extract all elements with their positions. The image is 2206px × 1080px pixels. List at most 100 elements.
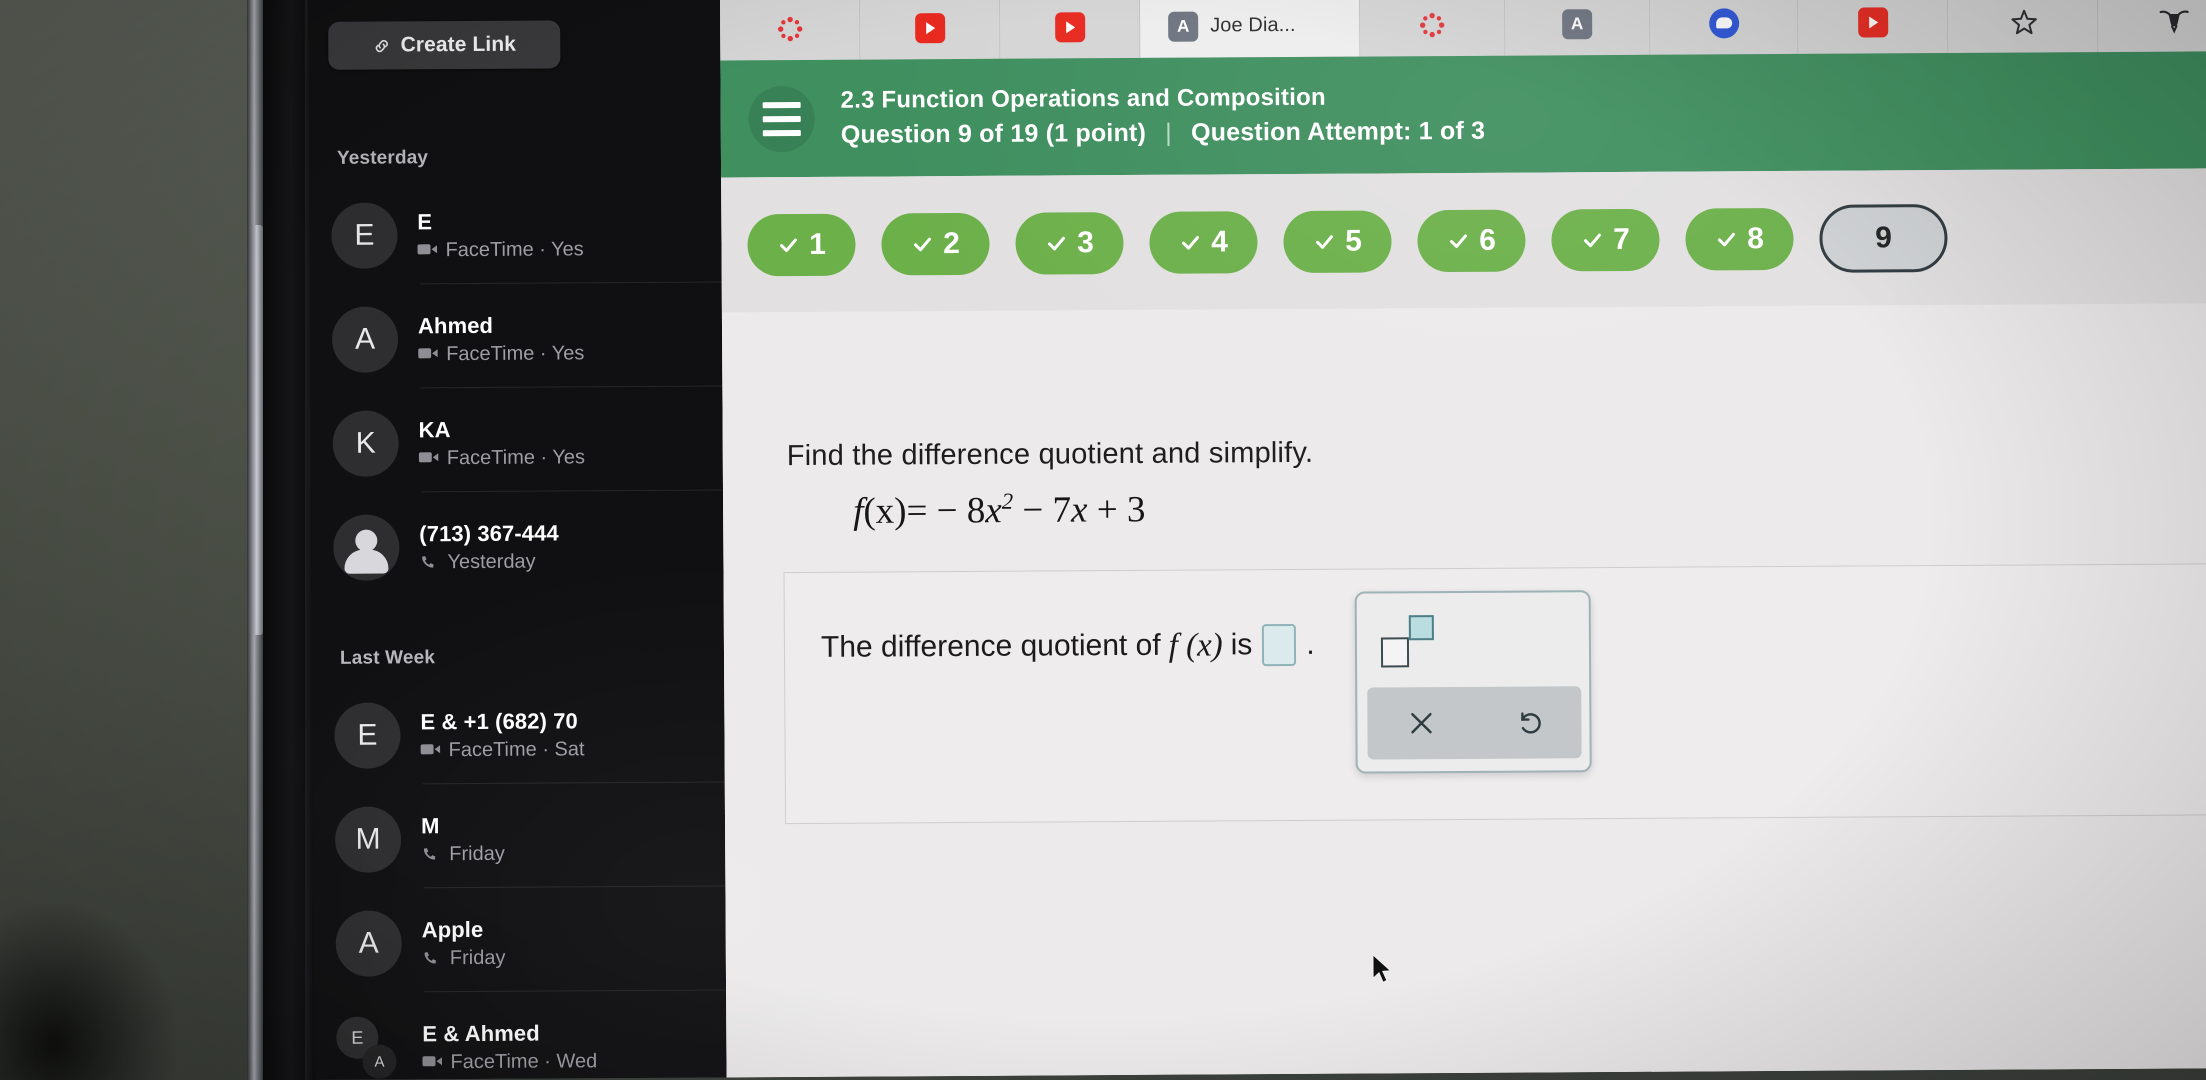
link-icon xyxy=(372,36,391,55)
browser-tab-canvas[interactable] xyxy=(719,0,861,61)
contact-name: (713) 367-444 xyxy=(419,519,559,546)
call-detail: Friday xyxy=(422,946,506,970)
call-detail-text: Friday xyxy=(449,842,505,865)
question-nav: 1 2 3 4 5 6 7 8 9 xyxy=(721,168,2206,313)
contact-name: E & Ahmed xyxy=(422,1020,540,1046)
facetime-sidebar: Create Link Yesterday E E FaceTime · Yes xyxy=(308,0,727,1080)
answer-card: The difference quotient of f (x) is . xyxy=(783,563,2206,825)
phone-icon xyxy=(419,554,439,570)
laptop-hinge xyxy=(249,225,263,635)
undo-button[interactable] xyxy=(1474,686,1581,759)
call-meta: Apple Friday xyxy=(422,916,506,970)
question-pill-1[interactable]: 1 xyxy=(747,213,856,276)
answer-fx: f (x) xyxy=(1168,626,1223,664)
question-pill-6[interactable]: 6 xyxy=(1417,209,1526,272)
contact-name: KA xyxy=(418,416,451,442)
contact-name: M xyxy=(420,812,440,838)
browser-tab-bookmark[interactable] xyxy=(1947,0,2099,53)
browser-tab-label: Joe Dia... xyxy=(1210,13,1296,37)
create-link-button[interactable]: Create Link xyxy=(328,20,561,70)
contact-name: Apple xyxy=(421,916,484,942)
call-detail: Yesterday xyxy=(419,550,559,574)
screenshot-root: Create Link Yesterday E E FaceTime · Yes xyxy=(0,0,2206,1080)
list-item[interactable]: E E & +1 (682) 70 FaceTime · Sat xyxy=(334,685,727,783)
call-detail: Friday xyxy=(421,842,505,866)
question-pill-5[interactable]: 5 xyxy=(1283,209,1392,273)
list-item[interactable]: M M Friday xyxy=(334,789,728,887)
aleks-icon: A xyxy=(1168,11,1199,42)
exponent-template-icon[interactable] xyxy=(1375,613,1435,669)
youtube-icon xyxy=(1054,11,1085,42)
check-icon xyxy=(1045,232,1067,254)
answer-period: . xyxy=(1306,627,1315,661)
browser-tab-aleks-active[interactable]: A Joe Dia... xyxy=(1139,0,1361,58)
call-detail-text: Friday xyxy=(449,946,506,969)
question-pill-7[interactable]: 7 xyxy=(1551,208,1660,271)
check-icon xyxy=(1447,229,1469,251)
question-pill-label: 3 xyxy=(1077,225,1094,259)
call-meta: E FaceTime · Yes xyxy=(417,208,584,262)
phone-icon xyxy=(422,950,442,966)
browser-tab-youtube-1[interactable] xyxy=(859,0,1001,60)
avatar xyxy=(333,514,400,581)
attempt-counter: Question Attempt: 1 of 3 xyxy=(1190,116,1486,147)
list-item[interactable]: (713) 367-444 Yesterday xyxy=(333,497,726,595)
formula-term3: + 3 xyxy=(1087,489,1146,531)
avatar: E xyxy=(334,702,401,769)
hamburger-icon[interactable] xyxy=(748,85,815,152)
aleks-icon: A xyxy=(1562,8,1593,39)
question-pill-label: 7 xyxy=(1613,222,1630,256)
avatar: E xyxy=(331,202,398,269)
discord-icon xyxy=(1708,7,1739,38)
question-counter: Question 9 of 19 (1 point) xyxy=(840,118,1147,149)
check-icon xyxy=(911,233,933,255)
phone-icon xyxy=(421,846,441,862)
question-pill-2[interactable]: 2 xyxy=(881,212,990,276)
section-heading-yesterday: Yesterday xyxy=(336,147,429,169)
browser-tab-aleks-2[interactable]: A xyxy=(1504,0,1651,56)
answer-text-before: The difference quotient of xyxy=(820,628,1161,664)
formula-eq: = − 8 xyxy=(906,490,986,532)
create-link-label: Create Link xyxy=(400,32,517,57)
clear-icon xyxy=(1404,706,1438,740)
browser-tab-canvas-2[interactable] xyxy=(1359,0,1506,57)
call-detail: FaceTime · Yes xyxy=(418,445,586,470)
question-pill-label: 9 xyxy=(1875,220,1892,254)
list-item[interactable]: E A E & Ahmed FaceTime · Wed xyxy=(336,997,729,1080)
answer-input[interactable] xyxy=(1262,623,1297,667)
browser-tab-discord[interactable] xyxy=(1649,0,1799,55)
laptop-screen: Create Link Yesterday E E FaceTime · Yes xyxy=(308,0,2206,1080)
clear-button[interactable] xyxy=(1367,687,1474,760)
call-meta: E & +1 (682) 70 FaceTime · Sat xyxy=(420,708,584,762)
list-item[interactable]: A Apple Friday xyxy=(335,893,728,991)
math-palette xyxy=(1354,590,1592,774)
question-status: Question 9 of 19 (1 point) | Question At… xyxy=(841,117,1486,150)
formula-fn: f xyxy=(853,490,864,533)
undo-icon xyxy=(1511,705,1545,739)
list-item[interactable]: E E FaceTime · Yes xyxy=(331,185,724,283)
video-camera-icon xyxy=(418,346,438,362)
question-pill-label: 8 xyxy=(1747,221,1764,255)
avatar: A xyxy=(335,910,402,977)
section-heading-lastweek: Last Week xyxy=(339,647,436,669)
call-meta: M Friday xyxy=(421,812,505,866)
call-detail: FaceTime · Sat xyxy=(420,738,585,762)
video-camera-icon xyxy=(422,1054,443,1070)
call-meta: Ahmed FaceTime · Yes xyxy=(418,312,585,366)
question-pill-9-current[interactable]: 9 xyxy=(1819,203,1948,273)
contact-name: E & +1 (682) 70 xyxy=(420,707,578,734)
question-pill-4[interactable]: 4 xyxy=(1149,210,1258,274)
browser-tab-youtube-3[interactable] xyxy=(1797,0,1949,54)
question-body: Find the difference quotient and simplif… xyxy=(721,303,2206,1078)
browser-tab-youtube-2[interactable] xyxy=(999,0,1141,59)
call-detail-text: FaceTime · Yes xyxy=(446,445,586,469)
question-pill-label: 4 xyxy=(1211,224,1228,258)
formula-var2: x xyxy=(1070,489,1088,531)
canvas-icon xyxy=(1417,10,1447,40)
browser-tab-longhorn[interactable] xyxy=(2097,0,2206,53)
list-item[interactable]: K KA FaceTime · Yes xyxy=(332,393,725,491)
exponent-superscript-box xyxy=(1408,615,1434,641)
question-pill-3[interactable]: 3 xyxy=(1015,211,1124,275)
list-item[interactable]: A Ahmed FaceTime · Yes xyxy=(331,289,725,387)
question-pill-8[interactable]: 8 xyxy=(1685,207,1794,271)
